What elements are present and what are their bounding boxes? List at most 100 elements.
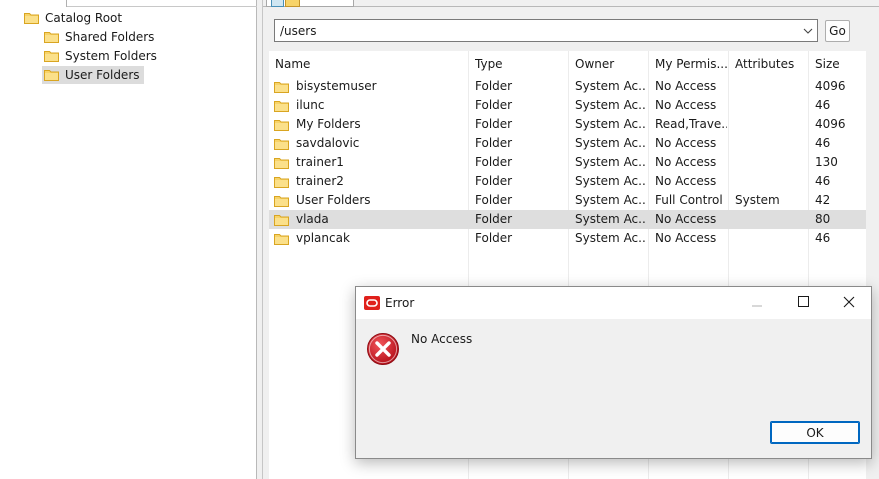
catalog-view-icon xyxy=(271,0,301,7)
folder-name: User Folders xyxy=(296,193,371,207)
owner-cell: System Ac... xyxy=(575,193,645,207)
minimize-icon xyxy=(751,296,763,310)
folder-icon xyxy=(274,100,289,112)
permissions-cell: No Access xyxy=(655,212,717,226)
tree-tab-strip xyxy=(0,0,257,7)
table-row[interactable]: bisystemuser Folder System Ac... No Access 4… xyxy=(269,77,866,96)
folder-name: trainer1 xyxy=(296,155,344,169)
table-row[interactable]: ilunc Folder System Ac... No Access 46 xyxy=(269,96,866,115)
chevron-down-icon[interactable] xyxy=(799,20,817,41)
catalog-tree-pane: Catalog Root Shared Folders System Folde… xyxy=(0,0,257,479)
name-cell: vplancak xyxy=(274,229,464,248)
tree-item-user-folders[interactable]: User Folders xyxy=(42,66,144,84)
type-cell: Folder xyxy=(475,98,513,112)
type-cell: Folder xyxy=(475,193,513,207)
tree-item-catalog-root[interactable]: Catalog Root xyxy=(22,9,126,27)
attributes-cell xyxy=(735,96,807,115)
type-cell: Folder xyxy=(475,155,513,169)
folder-icon xyxy=(274,138,289,150)
error-dialog: Error No Access OK xyxy=(355,286,872,459)
path-combobox[interactable] xyxy=(274,19,818,42)
error-icon xyxy=(366,332,400,366)
column-header-owner[interactable]: Owner xyxy=(575,57,645,73)
contents-tab[interactable] xyxy=(266,0,354,7)
attributes-cell xyxy=(735,229,807,248)
tree-item-system-folders[interactable]: System Folders xyxy=(42,47,161,65)
table-row[interactable]: trainer2 Folder System Ac... No Access 46 xyxy=(269,172,866,191)
owner-cell: System Ac... xyxy=(575,79,645,93)
tree-tab[interactable] xyxy=(0,0,67,7)
go-button[interactable]: Go xyxy=(825,20,850,42)
attributes-cell xyxy=(735,115,807,134)
column-header-name[interactable]: Name xyxy=(275,57,465,73)
tree-item-shared-folders[interactable]: Shared Folders xyxy=(42,28,158,46)
size-cell: 4096 xyxy=(815,79,846,93)
minimize-button[interactable] xyxy=(734,287,780,319)
folder-name: trainer2 xyxy=(296,174,344,188)
type-cell: Folder xyxy=(475,136,513,150)
attributes-cell: System xyxy=(735,193,780,207)
folder-icon xyxy=(274,195,289,207)
ok-button[interactable]: OK xyxy=(770,421,860,444)
permissions-cell: No Access xyxy=(655,174,717,188)
folder-icon xyxy=(44,69,59,81)
column-header-type[interactable]: Type xyxy=(475,57,565,73)
owner-cell: System Ac... xyxy=(575,155,645,169)
table-row[interactable]: My Folders Folder System Ac... Read,Trave..… xyxy=(269,115,866,134)
size-cell: 46 xyxy=(815,98,831,112)
tree-item-label: User Folders xyxy=(65,68,140,82)
size-cell: 80 xyxy=(815,212,831,226)
table-row[interactable]: vlada Folder System Ac... No Access 80 xyxy=(269,210,866,229)
maximize-button[interactable] xyxy=(780,287,826,319)
dialog-title: Error xyxy=(385,296,415,310)
folder-icon xyxy=(24,12,39,24)
attributes-cell xyxy=(735,153,807,172)
column-header-permissions[interactable]: My Permis... xyxy=(655,57,727,73)
table-row[interactable]: vplancak Folder System Ac... No Access 46 xyxy=(269,229,866,248)
type-cell: Folder xyxy=(475,212,513,226)
name-cell: bisystemuser xyxy=(274,77,464,96)
column-header-attributes[interactable]: Attributes xyxy=(735,57,807,73)
size-cell: 42 xyxy=(815,193,831,207)
dialog-titlebar[interactable]: Error xyxy=(356,287,871,319)
path-input[interactable] xyxy=(275,20,799,41)
folder-icon xyxy=(44,31,59,43)
maximize-icon xyxy=(797,296,809,310)
owner-cell: System Ac... xyxy=(575,174,645,188)
name-cell: trainer1 xyxy=(274,153,464,172)
tree-item-label: System Folders xyxy=(65,49,157,63)
size-cell: 130 xyxy=(815,155,838,169)
table-row[interactable]: savdalovic Folder System Ac... No Access 46 xyxy=(269,134,866,153)
folder-icon xyxy=(274,176,289,188)
owner-cell: System Ac... xyxy=(575,231,645,245)
folder-icon xyxy=(274,214,289,226)
owner-cell: System Ac... xyxy=(575,117,645,131)
name-cell: savdalovic xyxy=(274,134,464,153)
owner-cell: System Ac... xyxy=(575,212,645,226)
permissions-cell: No Access xyxy=(655,231,717,245)
type-cell: Folder xyxy=(475,117,513,131)
table-row[interactable]: User Folders Folder System Ac... Full Contr… xyxy=(269,191,866,210)
type-cell: Folder xyxy=(475,231,513,245)
permissions-cell: No Access xyxy=(655,79,717,93)
owner-cell: System Ac... xyxy=(575,98,645,112)
attributes-cell xyxy=(735,134,807,153)
name-cell: ilunc xyxy=(274,96,464,115)
folder-name: vplancak xyxy=(296,231,350,245)
folder-icon xyxy=(274,119,289,131)
size-cell: 46 xyxy=(815,136,831,150)
permissions-cell: No Access xyxy=(655,98,717,112)
size-cell: 46 xyxy=(815,231,831,245)
owner-cell: System Ac... xyxy=(575,136,645,150)
contents-tab-strip xyxy=(263,0,879,7)
permissions-cell: Read,Trave... xyxy=(655,117,727,131)
name-cell: User Folders xyxy=(274,191,464,210)
permissions-cell: No Access xyxy=(655,155,717,169)
name-cell: trainer2 xyxy=(274,172,464,191)
column-header-size[interactable]: Size xyxy=(815,57,865,73)
type-cell: Folder xyxy=(475,174,513,188)
tree-item-label: Shared Folders xyxy=(65,30,155,44)
size-cell: 4096 xyxy=(815,117,846,131)
close-button[interactable] xyxy=(826,287,872,319)
table-row[interactable]: trainer1 Folder System Ac... No Access 130 xyxy=(269,153,866,172)
